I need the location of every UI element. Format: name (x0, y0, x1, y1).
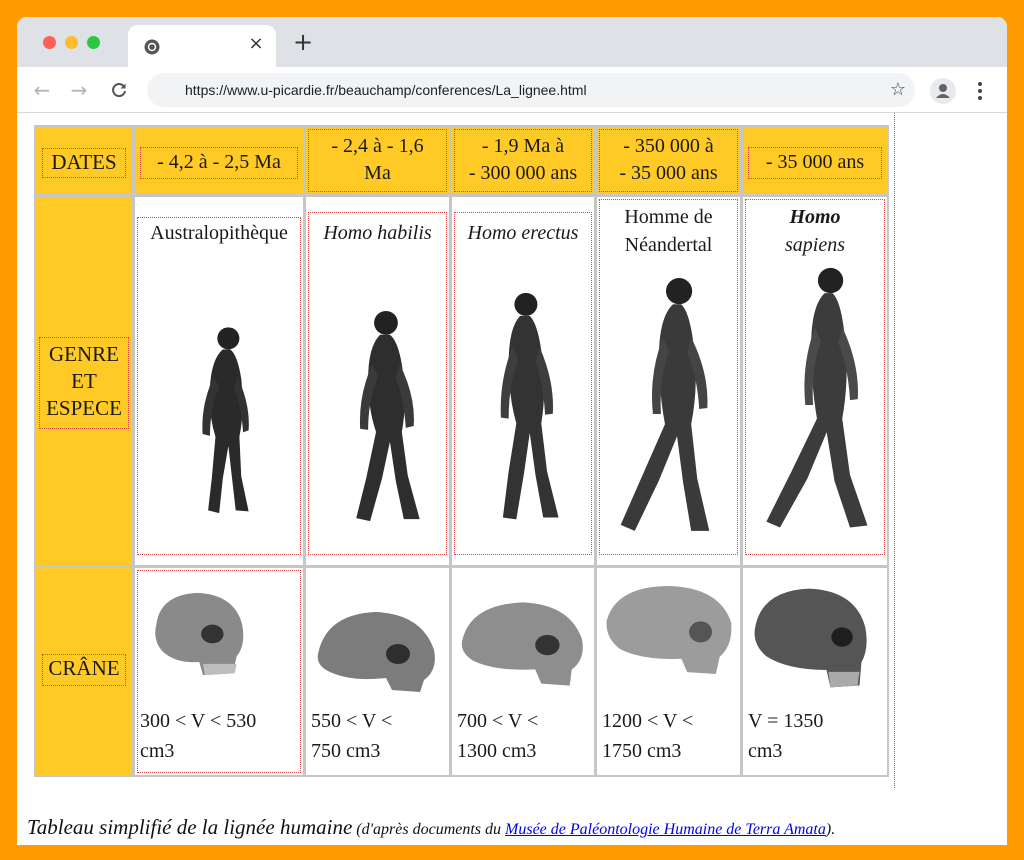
volume-5-line2: cm3 (748, 740, 783, 762)
browser-window: × + ← → https://www.u-picardie.fr/beauch… (17, 17, 1007, 845)
terra-amata-link[interactable]: Musée de Paléontologie Humaine de Terra … (505, 821, 826, 838)
genre-line-2: ET (71, 369, 97, 393)
skull-cell-3: 700 < V < 1300 cm3 (452, 568, 594, 775)
volume-2-line1: 550 < V < (311, 710, 393, 732)
australopithecus-skull-image (155, 592, 244, 676)
homo-habilis-figure (356, 310, 420, 522)
species-2-name: Homo habilis (323, 222, 432, 244)
person-icon (936, 84, 950, 98)
volume-1-line2: cm3 (140, 740, 175, 762)
species-cell-3: Homo erectus (452, 197, 594, 565)
close-tab-icon[interactable]: × (246, 34, 266, 54)
minimize-window-button[interactable] (65, 36, 78, 49)
bookmark-star-icon[interactable]: ☆ (886, 73, 910, 107)
date-cell-4: - 350 000 à - 35 000 ans (597, 127, 740, 194)
species-5-name-line2: sapiens (785, 234, 845, 256)
date-cell-3: - 1,9 Ma à - 300 000 ans (452, 127, 594, 194)
date-3-line1: - 1,9 Ma à (481, 135, 565, 157)
date-4-line2: - 35 000 ans (619, 162, 718, 184)
date-5-line1: - 35 000 ans (765, 151, 865, 173)
crane-label: CRÂNE (42, 654, 126, 686)
genre-line-3: ESPECE (46, 396, 122, 420)
tab-bar: × + (17, 17, 1007, 67)
species-3-name: Homo erectus (467, 222, 579, 244)
reload-icon (112, 83, 126, 98)
homo-sapiens-skull-image (754, 588, 867, 688)
date-cell-2: - 2,4 à - 1,6 Ma (306, 127, 449, 194)
homo-erectus-figure (500, 292, 559, 520)
browser-tab[interactable]: × (128, 25, 276, 67)
volume-3-line2: 1300 cm3 (457, 740, 537, 762)
dotted-frame-line (894, 113, 895, 788)
species-cell-2: Homo habilis (306, 197, 449, 565)
date-cell-5: - 35 000 ans (743, 127, 887, 194)
date-2-line2: Ma (364, 162, 391, 184)
volume-2-line2: 750 cm3 (311, 740, 381, 762)
volume-5-line1: V = 1350 (748, 710, 824, 732)
url-text: https://www.u-picardie.fr/beauchamp/conf… (185, 82, 587, 98)
neanderthal-figure (620, 278, 710, 531)
reload-button[interactable] (107, 78, 131, 102)
volume-1-line1: 300 < V < 530 (140, 710, 257, 732)
dates-label: DATES (42, 148, 126, 178)
new-tab-button[interactable]: + (291, 30, 315, 55)
table-caption: Tableau simplifié de la lignée humaine (… (27, 815, 1007, 840)
forward-button[interactable]: → (67, 78, 91, 102)
species-cell-1: Australopithèque (135, 197, 303, 565)
caption-title: Tableau simplifié de la lignée humaine (27, 815, 353, 839)
skull-cell-1: 300 < V < 530 cm3 (135, 568, 303, 775)
date-3-line2: - 300 000 ans (468, 162, 578, 184)
species-4-name-line1: Homme de (624, 206, 713, 228)
homo-habilis-skull-image (317, 612, 435, 692)
browser-menu-icon[interactable] (972, 78, 988, 104)
homo-erectus-skull-image (461, 602, 583, 686)
chrome-icon (144, 39, 160, 55)
browser-toolbar: ← → https://www.u-picardie.fr/beauchamp/… (17, 67, 1007, 113)
species-cell-5: Homo sapiens (743, 197, 887, 565)
skull-cell-4: 1200 < V < 1750 cm3 (597, 568, 740, 775)
genre-line-1: GENRE (49, 342, 119, 366)
australopithecus-figure (202, 327, 249, 514)
profile-avatar-icon[interactable] (930, 78, 956, 104)
header-dates-cell: DATES (36, 127, 132, 194)
close-window-button[interactable] (43, 36, 56, 49)
caption-prefix: (d'après documents du (352, 821, 506, 838)
header-crane-cell: CRÂNE (36, 568, 132, 775)
volume-3-line1: 700 < V < (457, 710, 539, 732)
genre-label: GENRE ET ESPECE (39, 337, 129, 429)
page-content: DATES - 4,2 à - 2,5 Ma - 2,4 à - 1,6 Ma … (17, 113, 1007, 845)
back-button[interactable]: ← (30, 78, 54, 102)
date-2-line1: - 2,4 à - 1,6 (331, 135, 424, 157)
date-1-line1: - 4,2 à - 2,5 Ma (157, 151, 281, 173)
header-genre-cell: GENRE ET ESPECE (36, 197, 132, 565)
volume-4-line1: 1200 < V < (602, 710, 694, 732)
species-1-name: Australopithèque (150, 222, 288, 244)
species-4-name-line2: Néandertal (624, 234, 713, 256)
skull-cell-5: V = 1350 cm3 (743, 568, 887, 775)
homo-sapiens-figure (766, 267, 868, 528)
lineage-table: DATES - 4,2 à - 2,5 Ma - 2,4 à - 1,6 Ma … (34, 125, 889, 777)
date-4-line1: - 350 000 à (623, 135, 714, 157)
volume-4-line2: 1750 cm3 (602, 740, 682, 762)
date-cell-1: - 4,2 à - 2,5 Ma (135, 127, 303, 194)
maximize-window-button[interactable] (87, 36, 100, 49)
address-bar[interactable]: https://www.u-picardie.fr/beauchamp/conf… (147, 73, 915, 107)
caption-suffix: ). (825, 821, 836, 838)
species-cell-4: Homme de Néandertal (597, 197, 740, 565)
skull-cell-2: 550 < V < 750 cm3 (306, 568, 449, 775)
species-5-name-line1: Homo (789, 206, 841, 228)
neanderthal-skull-image (606, 585, 732, 675)
